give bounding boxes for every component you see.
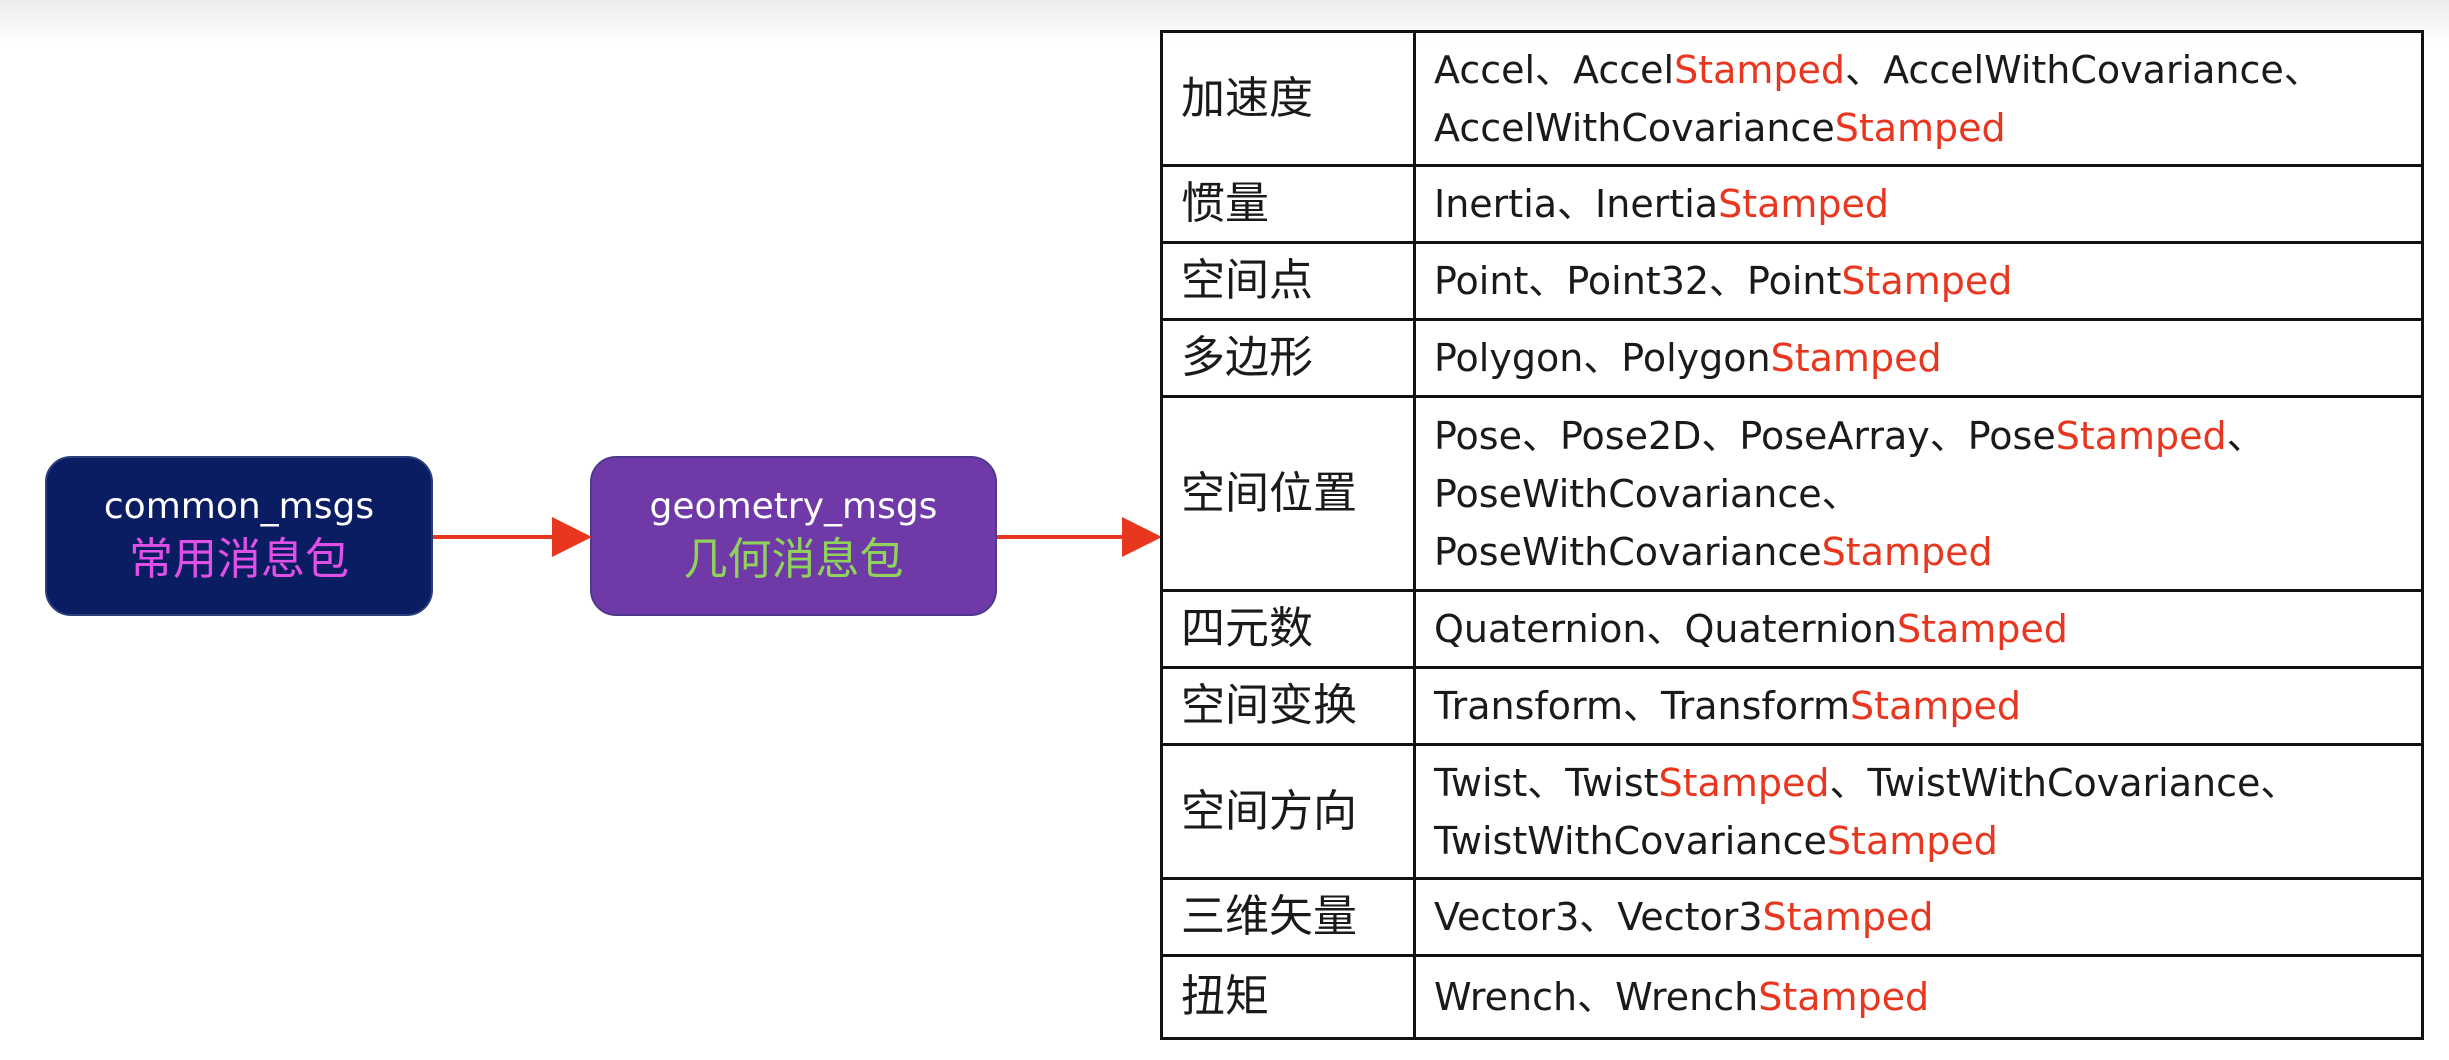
table-row: 惯量 Inertia、InertiaStamped xyxy=(1160,164,2424,244)
message-types-line: Pose、Pose2D、PoseArray、PoseStamped、 xyxy=(1434,407,2407,465)
table-row: 三维矢量 Vector3、Vector3Stamped xyxy=(1160,877,2424,957)
table-body: 加速度 Accel、AccelStamped、AccelWithCovarianc… xyxy=(1160,30,2424,1040)
message-types-line: Transform、TransformStamped xyxy=(1434,677,2407,735)
message-type-text: PoseWithCovariance xyxy=(1434,529,1822,574)
stamped-suffix: Stamped xyxy=(1834,105,2006,150)
message-types-line: Point、Point32、PointStamped xyxy=(1434,252,2407,310)
stamped-suffix: Stamped xyxy=(1841,259,2013,303)
stamped-suffix: Stamped xyxy=(1674,47,1846,92)
message-type-text: Point、Point32、Point xyxy=(1434,259,1842,303)
message-type-text: Transform、Transform xyxy=(1434,684,1851,728)
message-types-line: Accel、AccelStamped、AccelWithCovariance、 xyxy=(1434,41,2407,99)
category-cell: 四元数 xyxy=(1160,589,1416,669)
category-cell: 空间变换 xyxy=(1160,666,1416,746)
stamped-suffix: Stamped xyxy=(1658,760,1830,805)
table-row: 空间位置 Pose、Pose2D、PoseArray、PoseStamped、 Po… xyxy=(1160,395,2424,592)
category-cell: 扭矩 xyxy=(1160,954,1416,1040)
message-type-text: Polygon、Polygon xyxy=(1434,336,1771,380)
stamped-suffix: Stamped xyxy=(1850,684,2021,728)
message-type-text: Accel、Accel xyxy=(1434,47,1675,92)
table-row: 空间点 Point、Point32、PointStamped xyxy=(1160,241,2424,321)
message-type-text: Inertia、Inertia xyxy=(1434,182,1719,226)
message-types-cell: Pose、Pose2D、PoseArray、PoseStamped、 PoseWi… xyxy=(1413,395,2424,592)
stamped-suffix: Stamped xyxy=(1758,975,1930,1019)
message-types-line: Polygon、PolygonStamped xyxy=(1434,329,2407,387)
category-cell: 空间方向 xyxy=(1160,743,1416,880)
table-row: 空间变换 Transform、TransformStamped xyxy=(1160,666,2424,746)
message-type-text: 、 xyxy=(2226,413,2265,458)
message-types-line: TwistWithCovarianceStamped xyxy=(1434,812,2407,870)
message-types-line: Quaternion、QuaternionStamped xyxy=(1434,600,2407,658)
stamped-suffix: Stamped xyxy=(1821,529,1993,574)
message-type-text: Twist、Twist xyxy=(1434,760,1659,805)
stamped-suffix: Stamped xyxy=(2055,413,2227,458)
category-cell: 三维矢量 xyxy=(1160,877,1416,957)
message-type-text: Pose、Pose2D、PoseArray、Pose xyxy=(1434,413,2056,458)
table-row: 四元数 Quaternion、QuaternionStamped xyxy=(1160,589,2424,669)
stamped-suffix: Stamped xyxy=(1826,818,1998,863)
message-types-cell: Accel、AccelStamped、AccelWithCovariance、 A… xyxy=(1413,30,2424,167)
table-row: 加速度 Accel、AccelStamped、AccelWithCovarianc… xyxy=(1160,30,2424,167)
message-types-line: Wrench、WrenchStamped xyxy=(1434,968,2407,1026)
category-cell: 加速度 xyxy=(1160,30,1416,167)
geometry-messages-table: 加速度 Accel、AccelStamped、AccelWithCovarianc… xyxy=(1160,30,2424,1040)
stamped-suffix: Stamped xyxy=(1762,895,1934,939)
message-types-cell: Inertia、InertiaStamped xyxy=(1413,164,2424,244)
category-cell: 多边形 xyxy=(1160,318,1416,398)
message-type-text: PoseWithCovariance、 xyxy=(1434,471,1860,516)
message-type-text: Vector3、Vector3 xyxy=(1434,895,1763,939)
message-type-text: Quaternion、Quaternion xyxy=(1434,607,1897,651)
message-types-cell: Quaternion、QuaternionStamped xyxy=(1413,589,2424,669)
message-type-text: AccelWithCovariance xyxy=(1434,105,1835,150)
message-types-cell: Vector3、Vector3Stamped xyxy=(1413,877,2424,957)
table-row: 多边形 Polygon、PolygonStamped xyxy=(1160,318,2424,398)
stamped-suffix: Stamped xyxy=(1770,336,1942,380)
message-types-cell: Polygon、PolygonStamped xyxy=(1413,318,2424,398)
message-types-cell: Wrench、WrenchStamped xyxy=(1413,954,2424,1040)
message-type-text: 、TwistWithCovariance、 xyxy=(1829,760,2299,805)
message-type-text: Wrench、Wrench xyxy=(1434,975,1759,1019)
message-types-line: Vector3、Vector3Stamped xyxy=(1434,888,2407,946)
message-types-line: Inertia、InertiaStamped xyxy=(1434,175,2407,233)
table-row: 空间方向 Twist、TwistStamped、TwistWithCovarian… xyxy=(1160,743,2424,880)
message-types-cell: Twist、TwistStamped、TwistWithCovariance、 T… xyxy=(1413,743,2424,880)
message-types-cell: Transform、TransformStamped xyxy=(1413,666,2424,746)
category-cell: 空间位置 xyxy=(1160,395,1416,592)
message-type-text: TwistWithCovariance xyxy=(1434,818,1827,863)
message-types-line: PoseWithCovariance、 xyxy=(1434,465,2407,523)
stamped-suffix: Stamped xyxy=(1718,182,1890,226)
category-cell: 空间点 xyxy=(1160,241,1416,321)
table-row: 扭矩 Wrench、WrenchStamped xyxy=(1160,954,2424,1040)
message-types-line: AccelWithCovarianceStamped xyxy=(1434,99,2407,157)
category-cell: 惯量 xyxy=(1160,164,1416,244)
message-types-line: PoseWithCovarianceStamped xyxy=(1434,523,2407,581)
message-types-line: Twist、TwistStamped、TwistWithCovariance、 xyxy=(1434,754,2407,812)
message-types-cell: Point、Point32、PointStamped xyxy=(1413,241,2424,321)
stamped-suffix: Stamped xyxy=(1896,607,2068,651)
message-type-text: 、AccelWithCovariance、 xyxy=(1845,47,2322,92)
